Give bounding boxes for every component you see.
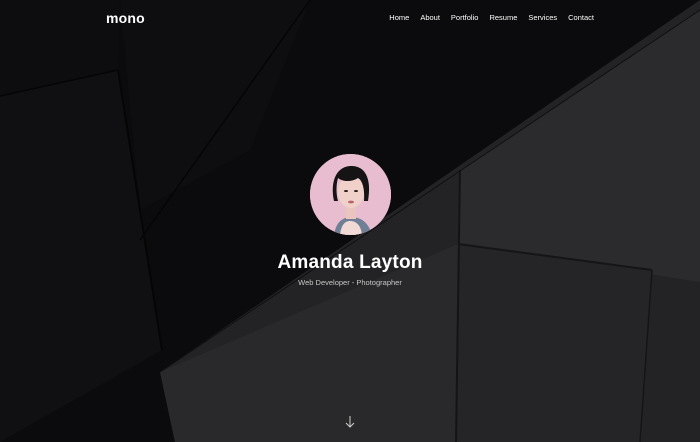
nav-item-portfolio[interactable]: Portfolio [451, 13, 479, 22]
top-navigation: mono Home About Portfolio Resume Service… [0, 0, 700, 36]
nav-item-contact[interactable]: Contact [568, 13, 594, 22]
profile-avatar [309, 154, 391, 235]
portrait-image [309, 154, 391, 235]
profile-name: Amanda Layton [277, 252, 423, 273]
arrow-down-icon [345, 416, 355, 428]
nav-item-services[interactable]: Services [528, 13, 557, 22]
site-logo[interactable]: mono [106, 10, 145, 26]
nav-menu: Home About Portfolio Resume Services Con… [389, 13, 594, 22]
scroll-down-link[interactable] [344, 415, 356, 429]
hero-content: Amanda Layton Web Developer - Photograph… [0, 154, 700, 288]
nav-item-about[interactable]: About [420, 13, 440, 22]
hero-section: mono Home About Portfolio Resume Service… [0, 0, 700, 442]
nav-item-home[interactable]: Home [389, 13, 409, 22]
profile-subtitle: Web Developer - Photographer [298, 278, 402, 287]
nav-item-resume[interactable]: Resume [489, 13, 517, 22]
